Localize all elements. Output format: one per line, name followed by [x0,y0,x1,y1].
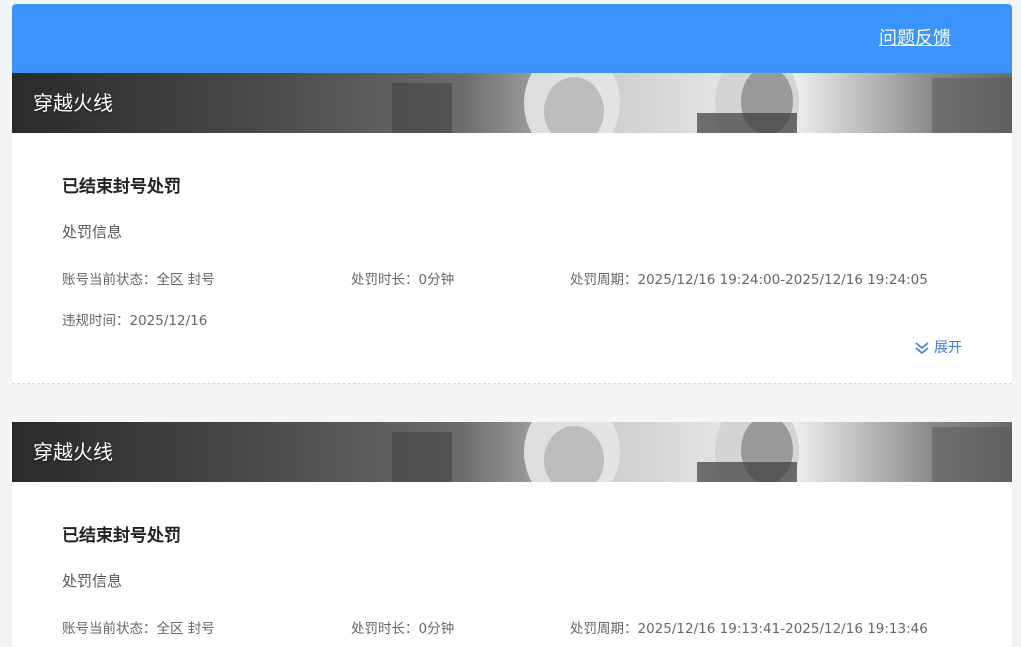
penalty-period: 处罚周期：2025/12/16 19:24:00-2025/12/16 19:2… [570,272,928,288]
double-chevron-down-icon [915,342,929,355]
penalty-period: 处罚周期：2025/12/16 19:13:41-2025/12/16 19:1… [570,621,928,637]
penalty-record: 穿越火线 已结束封号处罚 处罚信息 账号当前状态：全区 封号 处罚时长：0分钟 … [12,422,1012,647]
penalty-record: 穿越火线 已结束封号处罚 处罚信息 账号当前状态：全区 封号 处罚时长：0分钟 … [12,73,1012,384]
penalty-info-label: 处罚信息 [62,223,123,241]
game-title: 穿越火线 [33,440,113,464]
expand-button[interactable]: 展开 [914,338,962,358]
account-status: 账号当前状态：全区 封号 [62,272,215,288]
banner-artwork [392,73,1012,133]
penalty-duration: 处罚时长：0分钟 [351,272,455,288]
violation-time: 违规时间：2025/12/16 [62,313,208,329]
penalty-info-label: 处罚信息 [62,572,123,590]
banner-artwork [392,422,1012,482]
game-banner: 穿越火线 [12,422,1012,482]
feedback-link[interactable]: 问题反馈 [879,27,951,51]
page: 问题反馈 穿越火线 已结束封号处罚 处罚信息 账号当前状态：全区 封号 处罚时长… [0,0,1021,647]
header-bar: 问题反馈 [12,4,1012,73]
penalty-status-title: 已结束封号处罚 [62,526,181,546]
penalty-duration: 处罚时长：0分钟 [351,621,455,637]
game-title: 穿越火线 [33,91,113,115]
game-banner: 穿越火线 [12,73,1012,133]
account-status: 账号当前状态：全区 封号 [62,621,215,637]
penalty-status-title: 已结束封号处罚 [62,177,181,197]
expand-label: 展开 [934,340,962,356]
